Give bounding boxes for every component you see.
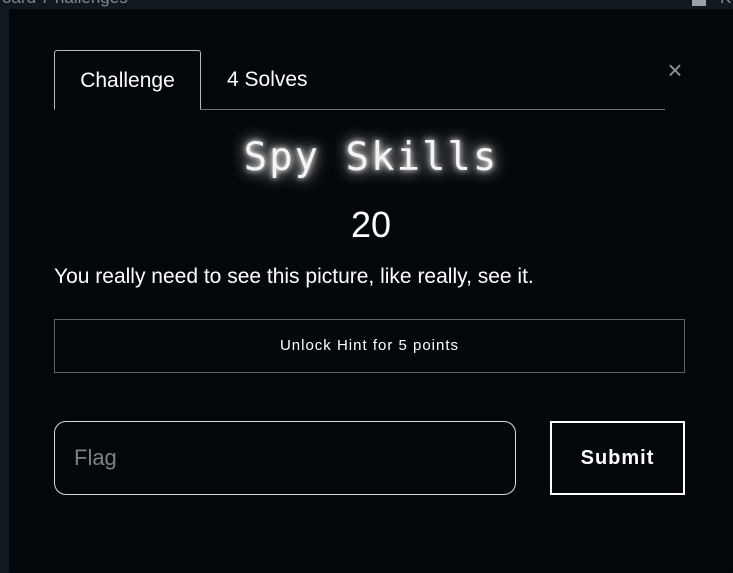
close-icon[interactable]: × <box>664 57 686 83</box>
unlock-hint-button[interactable]: Unlock Hint for 5 points <box>54 319 685 373</box>
tab-solves[interactable]: 4 Solves <box>227 50 308 109</box>
background-nav-right-text: K <box>720 0 731 8</box>
submit-button[interactable]: Submit <box>550 421 685 495</box>
flag-input[interactable] <box>54 421 516 495</box>
background-nav-text: oard 7 hallenges <box>2 0 128 8</box>
challenge-description: You really need to see this picture, lik… <box>54 265 534 288</box>
tab-challenge[interactable]: Challenge <box>54 50 201 110</box>
modal-tabs: Challenge 4 Solves <box>54 50 665 110</box>
challenge-modal: × Challenge 4 Solves Spy Skills 20 You r… <box>9 9 733 573</box>
challenge-name: Spy Skills <box>243 135 499 180</box>
challenge-value: 20 <box>350 204 392 245</box>
background-nav-icon <box>692 0 706 6</box>
